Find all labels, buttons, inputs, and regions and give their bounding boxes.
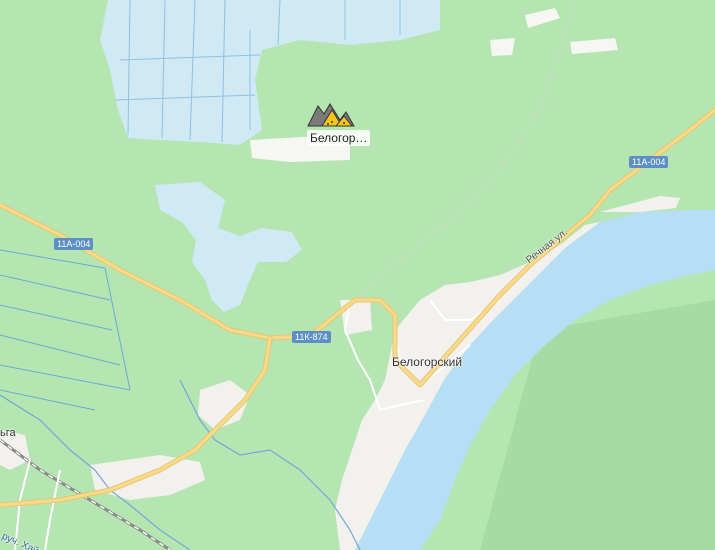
clearing — [490, 38, 515, 56]
town-label: Белогорский — [392, 355, 463, 369]
poi-label[interactable]: Белогор… — [307, 130, 371, 146]
settlement-label-edge: ьга — [0, 427, 16, 439]
map-canvas[interactable] — [0, 0, 715, 550]
mine-quarry-icon[interactable] — [306, 100, 356, 128]
map-view[interactable]: 11А-004 11А-004 11К-874 Белогор… Белогор… — [0, 0, 715, 550]
road-shield-11a-004-west: 11А-004 — [54, 238, 94, 250]
road-shield-11a-004-east: 11А-004 — [629, 156, 669, 168]
road-shield-11k-874: 11К-874 — [292, 331, 331, 343]
